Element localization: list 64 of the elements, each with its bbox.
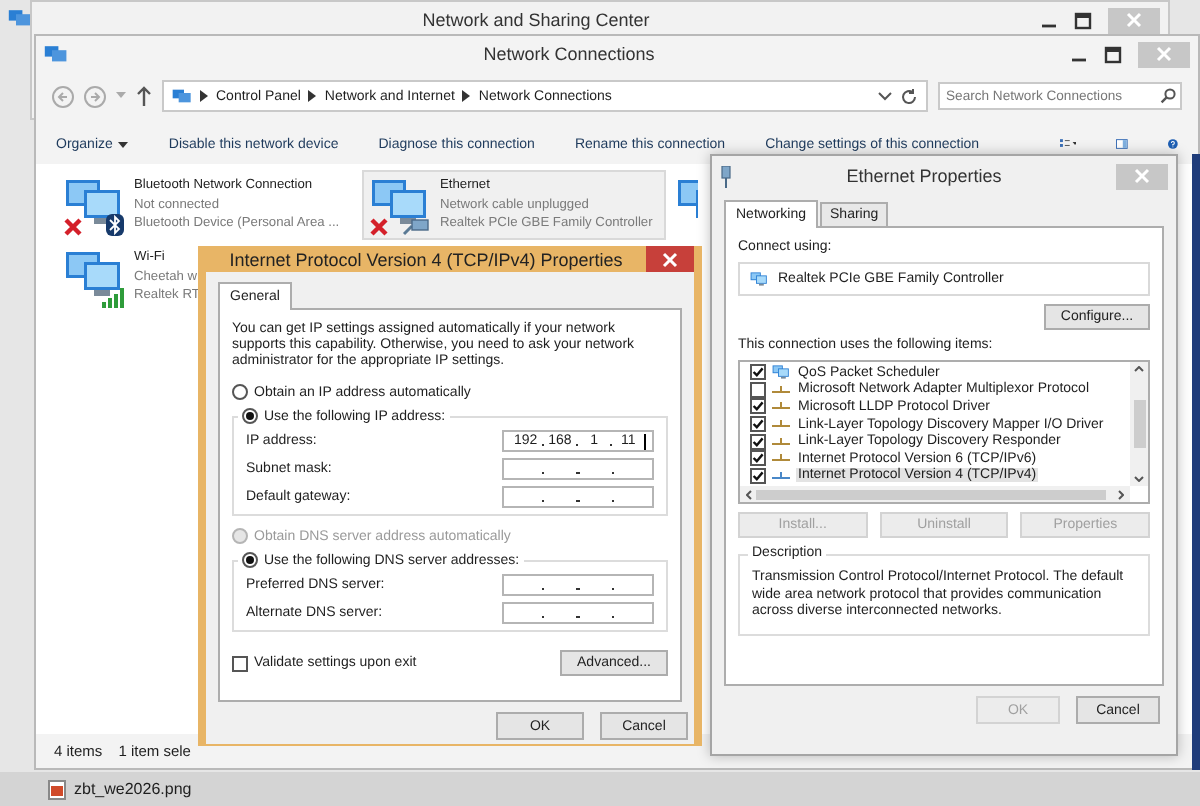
image-file-icon <box>48 779 66 799</box>
scrollbar[interactable] <box>740 486 1130 502</box>
scroll-up-icon[interactable] <box>1134 366 1144 372</box>
network-adapter-icon <box>750 270 768 288</box>
close-button[interactable] <box>646 246 694 272</box>
network-computer-icon <box>370 176 430 228</box>
scroll-thumb[interactable] <box>1133 400 1145 448</box>
network-icon <box>44 43 68 65</box>
dropdown-icon[interactable] <box>878 91 892 101</box>
protocol-icon <box>772 383 790 396</box>
ip-address-field[interactable] <box>502 458 654 480</box>
search-icon[interactable] <box>1160 88 1176 104</box>
protocol-icon <box>772 418 790 431</box>
scroll-left-icon[interactable] <box>746 489 752 499</box>
checkbox[interactable] <box>750 416 766 433</box>
close-icon <box>1134 168 1150 184</box>
chevron-icon <box>200 90 208 102</box>
checkbox[interactable] <box>750 398 766 415</box>
refresh-icon[interactable] <box>900 87 918 105</box>
checkbox[interactable] <box>750 433 766 450</box>
close-icon <box>1126 12 1142 28</box>
chevron-icon <box>308 90 317 102</box>
network-icon <box>8 8 32 30</box>
checkbox[interactable] <box>232 655 248 671</box>
protocol-icon <box>772 469 790 482</box>
taskbar-item[interactable]: zbt_we2026.png <box>40 777 200 801</box>
dialog-title: Ethernet Properties <box>844 166 1004 186</box>
window-title: Network Connections <box>481 44 657 64</box>
close-icon <box>1156 46 1172 62</box>
ip-address-field[interactable] <box>502 486 654 508</box>
preview-pane-icon[interactable] <box>1116 134 1129 154</box>
close-icon <box>662 251 678 267</box>
dialog-title: Internet Protocol Version 4 (TCP/IPv4) Properties <box>227 249 625 269</box>
scroll-thumb[interactable] <box>756 489 1106 499</box>
protocol-icon <box>772 452 790 465</box>
checkbox[interactable] <box>750 467 766 484</box>
maximize-icon[interactable] <box>1074 11 1092 29</box>
service-icon <box>772 364 790 381</box>
signal-icon <box>102 288 124 308</box>
checkbox[interactable] <box>750 364 766 381</box>
protocol-icon <box>772 400 790 413</box>
protocol-icon <box>772 435 790 448</box>
checkbox[interactable] <box>750 450 766 467</box>
help-icon[interactable] <box>1168 134 1178 154</box>
chevron-icon <box>462 90 471 102</box>
ip-address-field[interactable] <box>502 574 654 596</box>
network-computer-icon <box>64 176 124 228</box>
up-arrow-icon[interactable] <box>136 86 152 106</box>
scroll-right-icon[interactable] <box>1118 489 1124 499</box>
bluetooth-icon <box>106 214 124 236</box>
radio-button[interactable] <box>232 384 248 400</box>
checkbox[interactable] <box>750 381 766 398</box>
maximize-icon[interactable] <box>1104 45 1122 63</box>
radio-button[interactable] <box>242 552 258 568</box>
adapter-icon <box>720 165 732 187</box>
network-icon <box>172 87 192 105</box>
radio-button[interactable] <box>242 408 258 424</box>
window-title: Network and Sharing Center <box>420 10 652 30</box>
scroll-down-icon[interactable] <box>1134 476 1144 482</box>
caret-icon <box>118 141 129 147</box>
scrollbar[interactable] <box>1130 362 1148 486</box>
network-computer-icon <box>64 248 124 300</box>
ip-address-field[interactable] <box>502 602 654 624</box>
cable-icon <box>402 218 430 236</box>
